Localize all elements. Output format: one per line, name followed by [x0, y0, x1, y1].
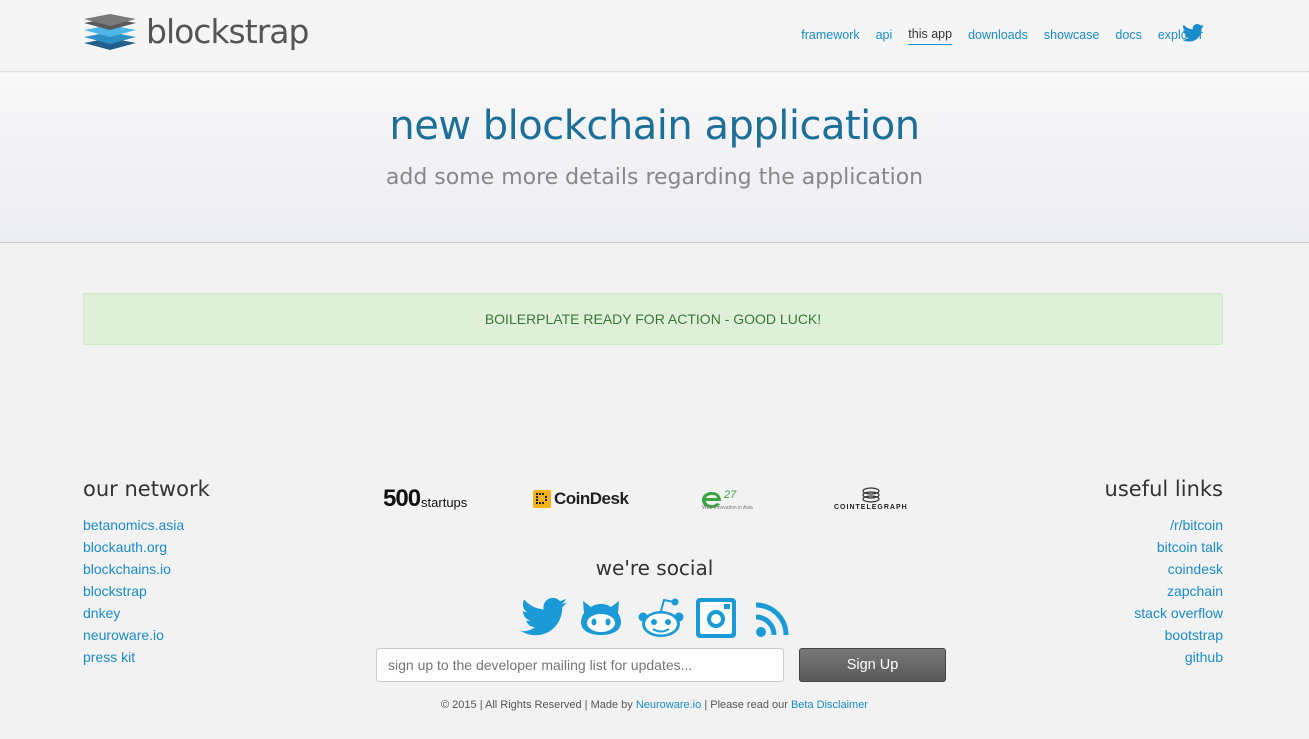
nav-item-this-app[interactable]: this app — [908, 26, 953, 45]
brand-name: blockstrap — [146, 12, 309, 51]
list-item: stack overflow — [1134, 602, 1223, 624]
page-title: new blockchain application — [389, 103, 920, 149]
our-network-title: our network — [83, 477, 210, 501]
list-item: /r/bitcoin — [1134, 514, 1223, 536]
list-item: dnkey — [83, 602, 184, 624]
instagram-icon[interactable] — [695, 597, 743, 639]
navbar: blockstrap framework api this app downlo… — [0, 0, 1309, 72]
list-item: blockauth.org — [83, 536, 184, 558]
cointelegraph-logo[interactable]: COINTELEGRAPH — [834, 483, 908, 515]
copyright: © 2015 | All Rights Reserved | Made by N… — [0, 699, 1309, 711]
nav-item-docs[interactable]: docs — [1115, 27, 1141, 45]
cointelegraph-mark-icon — [862, 487, 880, 503]
useful-link-stack-overflow[interactable]: stack overflow — [1134, 605, 1223, 621]
svg-text:27: 27 — [723, 489, 737, 501]
coindesk-mark-icon — [533, 490, 551, 508]
github-icon[interactable] — [579, 597, 627, 639]
e27-tagline: Web Innovation in Asia — [702, 505, 753, 511]
reddit-icon[interactable] — [637, 597, 685, 639]
nav-item-api[interactable]: api — [876, 27, 893, 45]
copyright-middle: | Please read our — [704, 699, 788, 711]
network-link-betanomics[interactable]: betanomics.asia — [83, 517, 184, 533]
nav-item-framework[interactable]: framework — [801, 27, 859, 45]
coindesk-logo[interactable]: CoinDesk — [533, 483, 629, 515]
500-startups-number: 500 — [383, 485, 421, 512]
neuroware-link[interactable]: Neuroware.io — [636, 699, 701, 711]
hero: new blockchain application add some more… — [0, 73, 1309, 243]
list-item: blockstrap — [83, 580, 184, 602]
main-nav: framework api this app downloads showcas… — [801, 26, 1203, 45]
network-link-blockstrap[interactable]: blockstrap — [83, 583, 147, 599]
list-item: press kit — [83, 646, 184, 668]
success-alert: BOILERPLATE READY FOR ACTION - GOOD LUCK… — [83, 293, 1223, 345]
mailing-list-email-input[interactable] — [376, 648, 784, 682]
list-item: bootstrap — [1134, 624, 1223, 646]
social-icons — [521, 597, 801, 639]
useful-link-bootstrap[interactable]: bootstrap — [1165, 627, 1223, 643]
our-network-list: betanomics.asia blockauth.org blockchain… — [83, 514, 184, 668]
500-startups-word: startups — [421, 494, 468, 510]
list-item: betanomics.asia — [83, 514, 184, 536]
useful-link-bitcoin-talk[interactable]: bitcoin talk — [1157, 539, 1223, 555]
useful-links-title: useful links — [1104, 477, 1223, 501]
nav-item-downloads[interactable]: downloads — [968, 27, 1028, 45]
page-subtitle: add some more details regarding the appl… — [385, 165, 924, 190]
network-link-blockauth[interactable]: blockauth.org — [83, 539, 167, 555]
stacked-layers-icon — [84, 14, 136, 50]
useful-links-list: /r/bitcoin bitcoin talk coindesk zapchai… — [1134, 514, 1223, 668]
brand-logo[interactable]: blockstrap — [82, 10, 309, 54]
useful-link-reddit-bitcoin[interactable]: /r/bitcoin — [1170, 517, 1223, 533]
network-link-dnkey[interactable]: dnkey — [83, 605, 120, 621]
useful-link-zapchain[interactable]: zapchain — [1167, 583, 1223, 599]
list-item: neuroware.io — [83, 624, 184, 646]
beta-disclaimer-link[interactable]: Beta Disclaimer — [791, 699, 868, 711]
network-link-press-kit[interactable]: press kit — [83, 649, 135, 665]
nav-item-showcase[interactable]: showcase — [1044, 27, 1100, 45]
useful-link-github[interactable]: github — [1185, 649, 1223, 665]
rss-icon[interactable] — [753, 597, 801, 639]
500-startups-logo[interactable]: 500 startups — [383, 483, 467, 515]
twitter-icon[interactable] — [521, 597, 569, 639]
list-item: zapchain — [1134, 580, 1223, 602]
coindesk-wordmark: CoinDesk — [554, 489, 629, 508]
cointelegraph-wordmark: COINTELEGRAPH — [834, 504, 908, 511]
e27-logo[interactable]: 27 Web Innovation in Asia — [700, 483, 753, 515]
copyright-prefix: © 2015 | All Rights Reserved | Made by — [441, 699, 633, 711]
network-link-neuroware[interactable]: neuroware.io — [83, 627, 164, 643]
sign-up-button[interactable]: Sign Up — [799, 648, 946, 682]
list-item: bitcoin talk — [1134, 536, 1223, 558]
twitter-icon[interactable] — [1182, 24, 1204, 42]
list-item: github — [1134, 646, 1223, 668]
social-title: we're social — [595, 556, 714, 580]
